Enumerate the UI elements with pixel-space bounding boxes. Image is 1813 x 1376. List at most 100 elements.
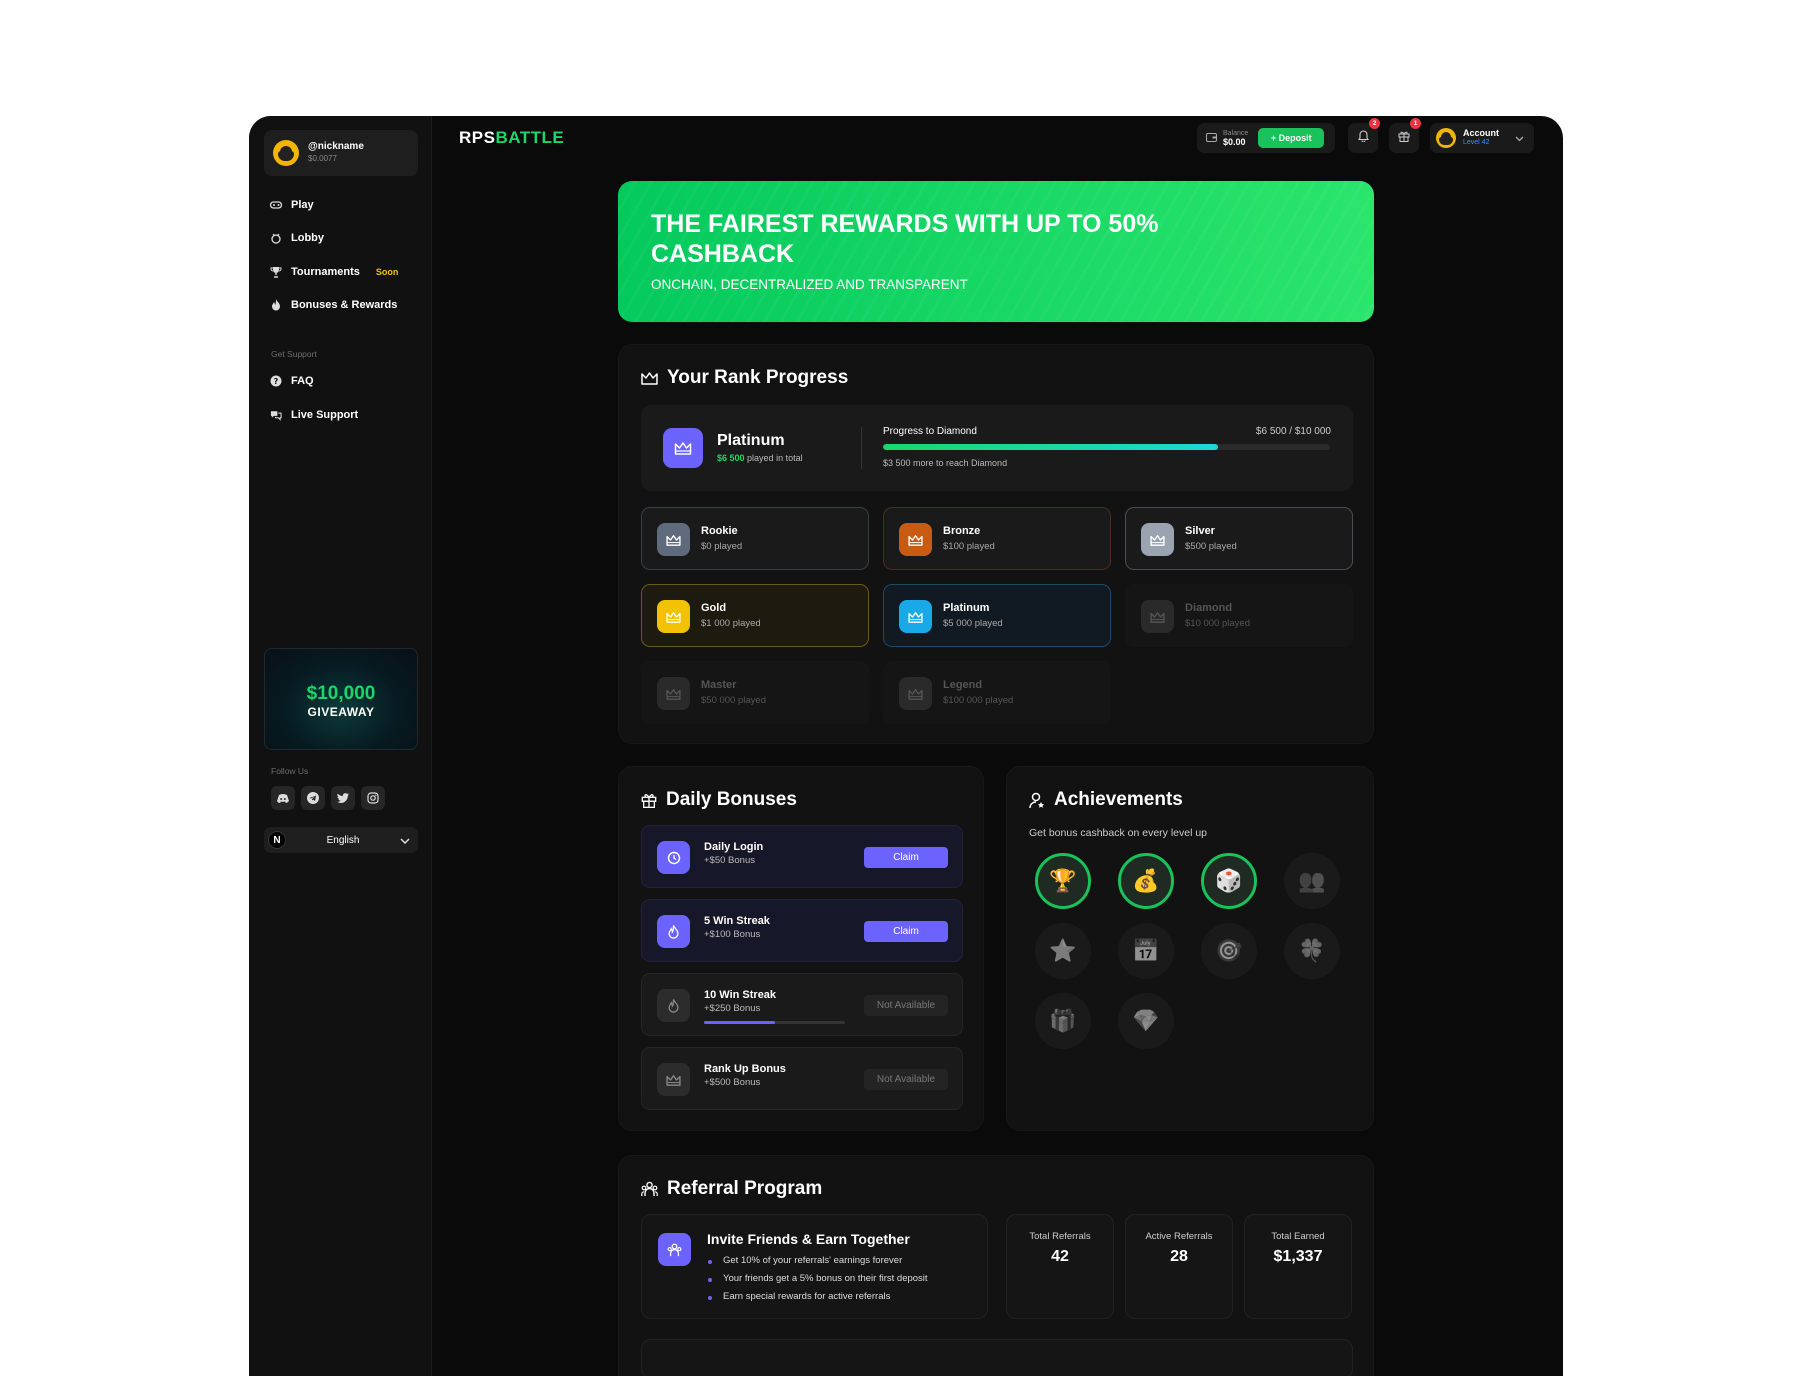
sidebar-item-label: Lobby	[291, 232, 324, 244]
giveaway-banner[interactable]: $10,000 GIVEAWAY	[264, 648, 418, 750]
crown-icon	[663, 428, 703, 468]
rank-tier-legend: Legend $100 000 played	[883, 661, 1111, 724]
stat-label: Total Earned	[1271, 1231, 1325, 1242]
gift-icon	[1398, 129, 1410, 147]
profile-card[interactable]: @nickname $0.0077	[264, 130, 418, 176]
bonus-name: 10 Win Streak	[704, 989, 777, 1001]
streak-progress-fill	[704, 1021, 775, 1024]
rank-tier-rookie: Rookie $0 played	[641, 507, 869, 570]
chat-icon	[270, 409, 282, 421]
balance-value: $0.00	[1223, 137, 1246, 147]
language-select[interactable]: N English	[264, 827, 418, 853]
account-level: Level 42	[1463, 139, 1490, 146]
deposit-button[interactable]: + Deposit	[1258, 128, 1325, 148]
stat-label: Active Referrals	[1145, 1231, 1213, 1242]
tier-name: Bronze	[943, 525, 981, 537]
question-icon: ?	[270, 375, 282, 387]
hero-title: THE FAIREST REWARDS WITH UP TO 50% CASHB…	[651, 210, 1159, 268]
invite-benefits: Get 10% of your referrals' earnings fore…	[707, 1255, 928, 1309]
rank-tier-diamond: Diamond $10 000 played	[1125, 584, 1353, 647]
gifts-button[interactable]: 1	[1389, 118, 1421, 153]
stat-total-earned: Total Earned $1,337	[1244, 1214, 1352, 1319]
stat-total-referrals: Total Referrals 42	[1006, 1214, 1114, 1319]
language-value: English	[326, 834, 360, 846]
cashback-hero-banner: THE FAIREST REWARDS WITH UP TO 50% CASHB…	[618, 181, 1374, 322]
claim-button[interactable]: Claim	[864, 921, 948, 942]
profile-nickname: @nickname	[308, 141, 364, 152]
soon-badge: Soon	[375, 267, 399, 277]
sidebar-item-tournaments[interactable]: Tournaments Soon	[270, 266, 398, 278]
svg-text:?: ?	[274, 377, 279, 386]
wallet-icon	[1206, 129, 1217, 147]
bonus-name: Daily Login	[704, 841, 764, 853]
discord-icon[interactable]	[271, 786, 295, 810]
bell-icon	[1357, 129, 1369, 147]
diamond-icon[interactable]: 💎	[1118, 993, 1174, 1049]
gift-icon[interactable]: 🎁	[1035, 993, 1091, 1049]
users-icon[interactable]: 👥	[1284, 853, 1340, 909]
tier-name: Diamond	[1185, 602, 1233, 614]
sidebar-item-lobby[interactable]: Lobby	[270, 232, 324, 244]
trophy-icon[interactable]: 🏆	[1035, 853, 1091, 909]
crown-icon	[641, 371, 658, 385]
bonus-amount: +$250 Bonus	[704, 1003, 761, 1014]
notifications-button[interactable]: 2	[1348, 118, 1380, 153]
tier-requirement: $100 000 played	[943, 695, 1014, 706]
tier-name: Legend	[943, 679, 983, 691]
achievements-card: Achievements Get bonus cashback on every…	[1006, 766, 1374, 1131]
crown-icon	[657, 677, 690, 710]
referral-card: Referral Program Invite Friends & Earn T…	[618, 1155, 1374, 1376]
twitter-icon[interactable]	[331, 786, 355, 810]
app-window: @nickname $0.0077 Play Lobby Tournaments …	[249, 116, 1563, 1376]
logo-part-2: BATTLE	[495, 128, 565, 147]
hero-subtitle: ONCHAIN, DECENTRALIZED AND TRANSPARENT	[651, 277, 968, 292]
balance-widget: Balance $0.00 + Deposit	[1197, 123, 1335, 153]
clover-icon[interactable]: 🍀	[1284, 923, 1340, 979]
balance-label: Balance	[1223, 130, 1249, 137]
claim-button[interactable]: Claim	[864, 847, 948, 868]
target-icon[interactable]: 🎯	[1201, 923, 1257, 979]
money-bag-icon[interactable]: 💰	[1118, 853, 1174, 909]
bonus-item: 10 Win Streak +$250 Bonus Not Available	[641, 973, 963, 1036]
profile-balance: $0.0077	[308, 154, 337, 163]
notification-count-badge: 2	[1369, 118, 1380, 129]
gift-icon	[641, 792, 657, 808]
not-available-button: Not Available	[864, 1069, 948, 1090]
avatar	[1436, 128, 1456, 148]
star-icon[interactable]: ⭐	[1035, 923, 1091, 979]
played-suffix: played in total	[747, 453, 803, 463]
rank-progress-fill	[883, 444, 1219, 450]
users-icon	[658, 1233, 691, 1266]
instagram-icon[interactable]	[361, 786, 385, 810]
rank-progress-bar	[883, 444, 1330, 450]
sidebar-item-bonuses[interactable]: Bonuses & Rewards	[270, 299, 397, 311]
progress-label: Progress to Diamond	[883, 426, 977, 437]
crown-icon	[899, 523, 932, 556]
sidebar-item-play[interactable]: Play	[270, 199, 314, 211]
list-item: Your friends get a 5% bonus on their fir…	[707, 1273, 928, 1291]
tier-name: Silver	[1185, 525, 1215, 537]
n-logo-icon: N	[268, 831, 286, 849]
crown-icon	[1141, 600, 1174, 633]
sidebar-item-faq[interactable]: ? FAQ	[270, 375, 314, 387]
sidebar-item-label: FAQ	[291, 375, 314, 387]
social-links	[271, 786, 385, 810]
dice-icon[interactable]: 🎲	[1201, 853, 1257, 909]
stat-value: $1,337	[1273, 1248, 1323, 1265]
giveaway-amount: $10,000	[306, 683, 376, 704]
trophy-icon	[270, 266, 282, 278]
list-item: Earn special rewards for active referral…	[707, 1291, 928, 1309]
bonus-amount: +$500 Bonus	[704, 1077, 761, 1088]
account-menu[interactable]: Account Level 42	[1430, 123, 1534, 153]
crown-icon	[657, 600, 690, 633]
sidebar-item-live-support[interactable]: Live Support	[270, 409, 358, 421]
progress-value: $6 500 / $10 000	[1255, 426, 1331, 437]
telegram-icon[interactable]	[301, 786, 325, 810]
chevron-down-icon	[1515, 129, 1524, 147]
avatar	[273, 140, 299, 166]
rank-progress-title: Your Rank Progress	[667, 367, 849, 388]
flame-icon	[270, 299, 282, 311]
rank-tier-master: Master $50 000 played	[641, 661, 869, 724]
app-logo[interactable]: RPSBATTLE	[459, 128, 564, 148]
calendar-icon[interactable]: 📅	[1118, 923, 1174, 979]
